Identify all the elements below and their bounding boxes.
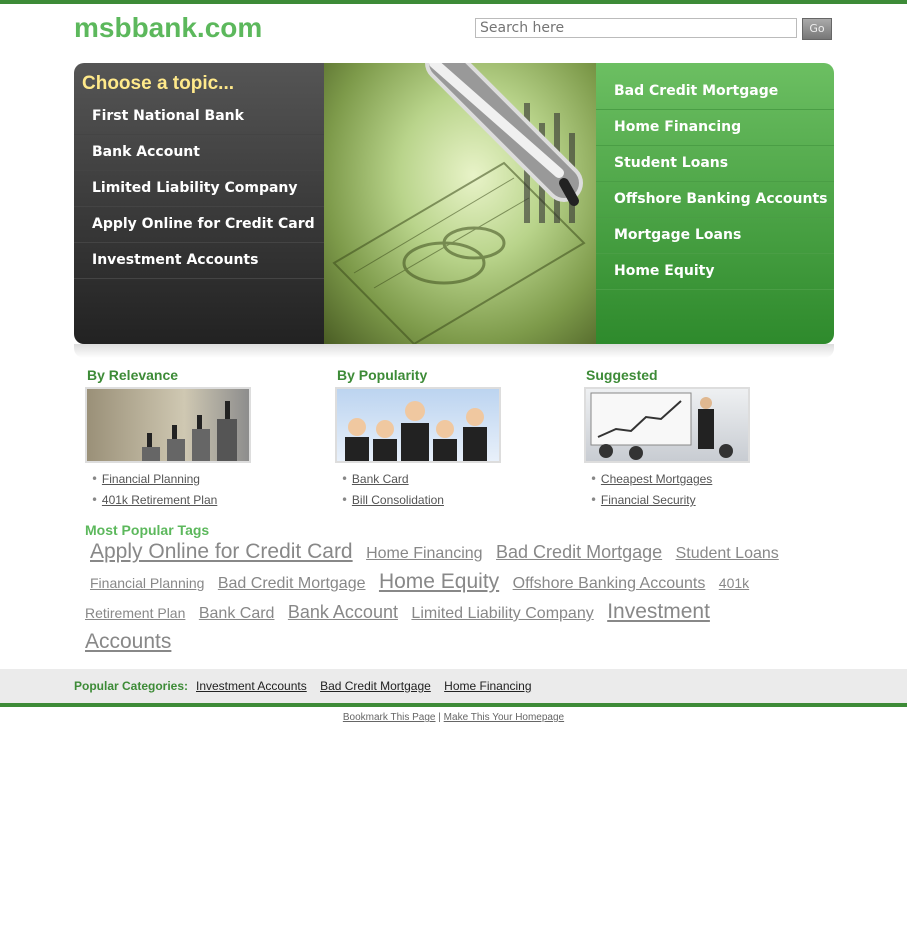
column-title: By Relevance — [87, 367, 179, 383]
right-menu-item[interactable]: Home Financing — [596, 110, 834, 146]
column-suggested: Suggested • Cheapest Mortgages • Financi… — [584, 367, 826, 511]
thumb-presentation-image[interactable] — [584, 387, 750, 463]
link[interactable]: Financial Security — [601, 493, 696, 507]
link[interactable]: Financial Planning — [102, 472, 200, 486]
bookmark-link[interactable]: Bookmark This Page — [343, 712, 436, 723]
list-item: • Bill Consolidation — [341, 493, 444, 507]
tag-link[interactable]: Student Loans — [676, 545, 779, 562]
tag-link[interactable]: Home Equity — [379, 570, 499, 593]
right-menu-item[interactable]: Home Equity — [596, 254, 834, 290]
footer-category-link[interactable]: Investment Accounts — [196, 679, 307, 693]
thumb-stairs-image[interactable] — [85, 387, 251, 463]
business-team-illustration — [345, 401, 487, 461]
footer-category-link[interactable]: Bad Credit Mortgage — [320, 679, 431, 693]
bottom-links: Bookmark This Page | Make This Your Home… — [0, 712, 907, 723]
right-menu-item[interactable]: Mortgage Loans — [596, 218, 834, 254]
column-relevance: By Relevance • Financial Planning • 401k… — [85, 367, 327, 511]
link[interactable]: Bank Card — [352, 472, 409, 486]
link[interactable]: Bill Consolidation — [352, 493, 444, 507]
banner-title: Choose a topic... — [82, 73, 235, 94]
left-menu-item[interactable]: Apply Online for Credit Card — [74, 207, 324, 243]
footer-bar: Popular Categories: Investment Accounts … — [0, 669, 907, 707]
search-go-button[interactable]: Go — [802, 18, 832, 40]
search-input[interactable] — [475, 18, 797, 38]
tag-link[interactable]: Apply Online for Credit Card — [90, 540, 353, 563]
presentation-illustration — [590, 392, 733, 460]
right-menu-item[interactable]: Offshore Banking Accounts — [596, 182, 834, 218]
tag-link[interactable]: Bad Credit Mortgage — [218, 575, 366, 592]
link[interactable]: Cheapest Mortgages — [601, 472, 712, 486]
homepage-link[interactable]: Make This Your Homepage — [444, 712, 564, 723]
topic-menu-right: Bad Credit Mortgage Home Financing Stude… — [596, 63, 834, 344]
left-menu-item[interactable]: Investment Accounts — [74, 243, 324, 279]
tag-link[interactable]: Bank Account — [288, 602, 398, 622]
list-item: • Financial Security — [590, 493, 696, 507]
column-popularity: By Popularity • Bank Card • Bill Consoli… — [335, 367, 577, 511]
list-item: • Financial Planning — [91, 472, 200, 486]
banner-shadow — [74, 344, 834, 358]
link[interactable]: 401k Retirement Plan — [102, 493, 217, 507]
list-item: • Cheapest Mortgages — [590, 472, 713, 486]
top-border — [0, 0, 907, 4]
tag-link[interactable]: Bank Card — [199, 605, 275, 622]
right-menu-item[interactable]: Bad Credit Mortgage — [596, 74, 834, 110]
left-menu-item[interactable]: First National Bank — [74, 99, 324, 135]
site-logo[interactable]: msbbank.com — [74, 12, 262, 44]
footer-category-link[interactable]: Home Financing — [444, 679, 531, 693]
left-menu-item[interactable]: Limited Liability Company — [74, 171, 324, 207]
list-item: • 401k Retirement Plan — [91, 493, 218, 507]
left-menu-item[interactable]: Bank Account — [74, 135, 324, 171]
column-title: By Popularity — [337, 367, 428, 383]
banner-image-money-pen — [324, 63, 596, 344]
tag-link[interactable]: Home Financing — [366, 545, 483, 562]
businessmen-stairs-illustration — [142, 401, 237, 461]
list-item: • Bank Card — [341, 472, 409, 486]
popular-categories-label: Popular Categories: — [74, 679, 189, 693]
tag-cloud: Apply Online for Credit Card Home Financ… — [85, 538, 805, 658]
column-title: Suggested — [586, 367, 658, 383]
right-menu-item[interactable]: Student Loans — [596, 146, 834, 182]
thumb-team-image[interactable] — [335, 387, 501, 463]
tag-link[interactable]: Limited Liability Company — [411, 605, 593, 622]
tag-link[interactable]: Financial Planning — [90, 575, 204, 591]
tags-title: Most Popular Tags — [85, 522, 210, 538]
tag-link[interactable]: Offshore Banking Accounts — [513, 575, 706, 592]
topic-banner: Choose a topic... First National Bank Ba… — [74, 63, 834, 344]
tag-link[interactable]: Bad Credit Mortgage — [496, 542, 662, 562]
money-pen-illustration — [332, 63, 586, 344]
separator: | — [438, 712, 441, 723]
topic-menu-left: Choose a topic... First National Bank Ba… — [74, 63, 324, 344]
